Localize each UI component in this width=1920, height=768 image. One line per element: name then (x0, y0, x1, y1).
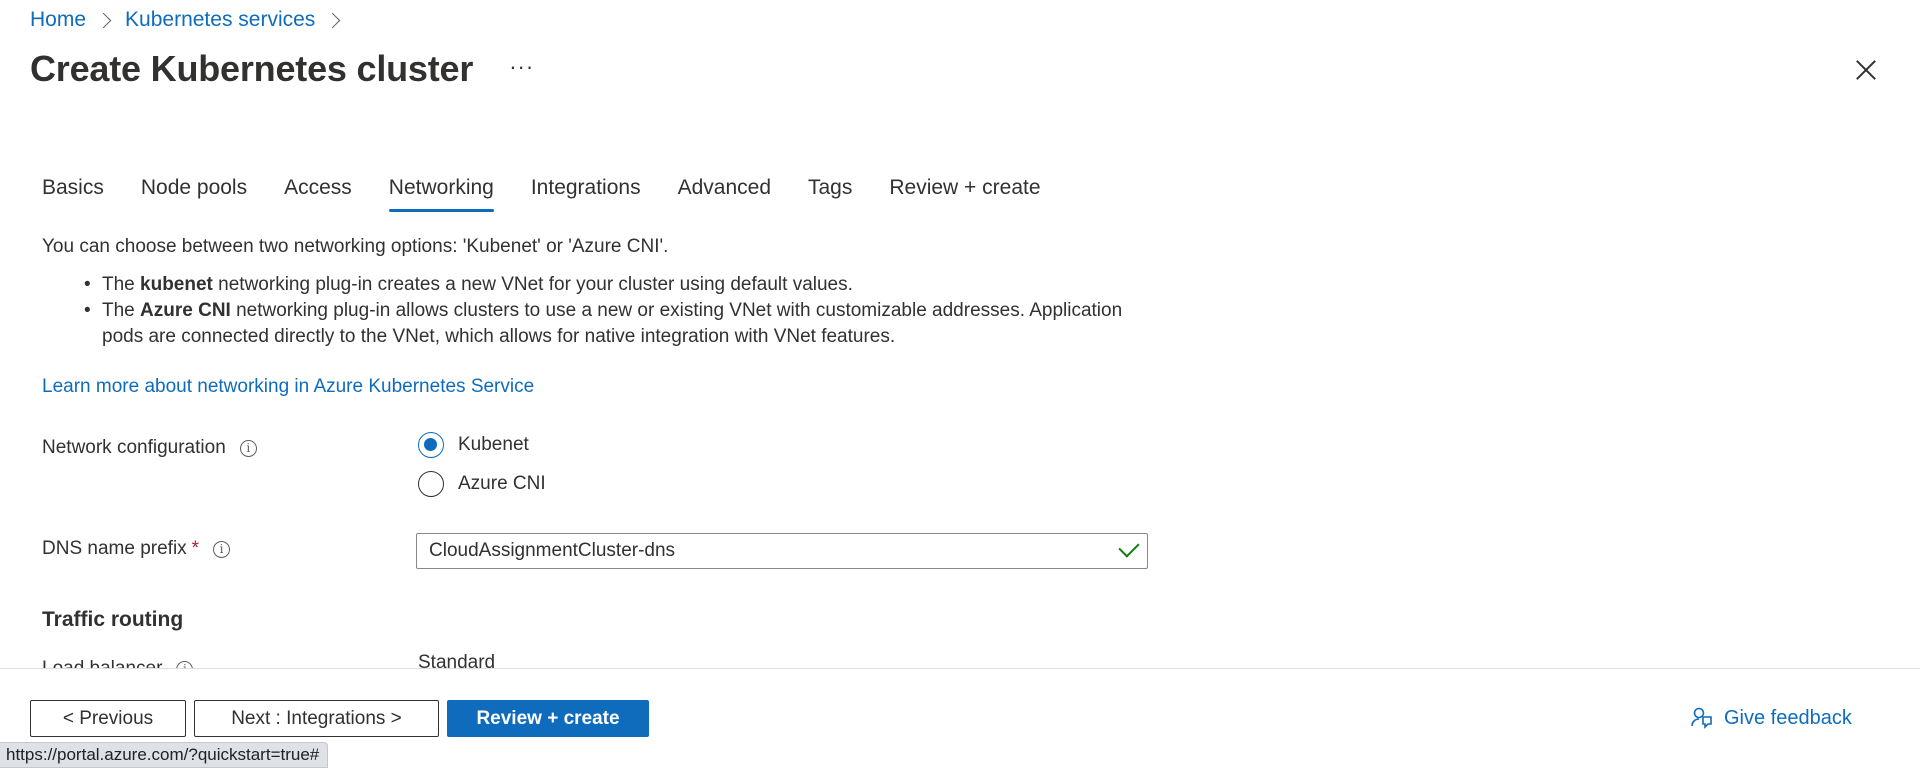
review-create-button[interactable]: Review + create (447, 700, 649, 737)
networking-description: You can choose between two networking op… (42, 234, 1142, 350)
azure-cni-bullet: The Azure CNI networking plug-in allows … (84, 298, 1142, 350)
traffic-routing-heading: Traffic routing (42, 608, 184, 631)
required-asterisk: * (191, 538, 200, 559)
radio-azure-cni-label: Azure CNI (458, 473, 546, 494)
radio-kubenet[interactable]: Kubenet (418, 432, 529, 458)
title-row: Create Kubernetes cluster ··· (30, 48, 534, 90)
give-feedback-link[interactable]: Give feedback (1690, 706, 1852, 730)
previous-button[interactable]: < Previous (30, 700, 186, 737)
next-integrations-button[interactable]: Next : Integrations > (194, 700, 439, 737)
dns-name-prefix-input[interactable] (416, 533, 1148, 569)
chevron-right-icon (95, 12, 112, 28)
load-balancer-label: Load balancer (42, 658, 194, 668)
status-bar-url: https://portal.azure.com/?quickstart=tru… (0, 742, 329, 768)
load-balancer-value: Standard (418, 652, 496, 668)
kubenet-bullet: The kubenet networking plug-in creates a… (84, 272, 1142, 298)
breadcrumb: Home Kubernetes services (30, 8, 354, 32)
load-balancer-row: Load balancer Standard (0, 650, 1920, 668)
tab-tags[interactable]: Tags (808, 176, 852, 212)
info-icon[interactable] (213, 540, 231, 558)
tab-networking[interactable]: Networking (388, 176, 494, 212)
chevron-right-icon (325, 12, 341, 28)
networking-intro-text: You can choose between two networking op… (42, 236, 669, 257)
network-configuration-label: Network configuration (42, 437, 257, 459)
radio-button[interactable] (418, 471, 444, 497)
info-icon[interactable] (239, 439, 257, 457)
azure-cni-bold-term: Azure CNI (140, 300, 231, 321)
radio-azure-cni[interactable]: Azure CNI (418, 471, 546, 497)
tab-advanced[interactable]: Advanced (678, 176, 771, 212)
tab-basics[interactable]: Basics (42, 176, 104, 212)
tab-review-create[interactable]: Review + create (889, 176, 1040, 212)
radio-kubenet-label: Kubenet (458, 434, 529, 455)
tab-integrations[interactable]: Integrations (531, 176, 641, 212)
kubenet-bold-term: kubenet (140, 274, 213, 295)
feedback-icon (1691, 707, 1712, 729)
info-icon[interactable] (176, 660, 194, 668)
more-options-icon[interactable]: ··· (509, 56, 534, 78)
tab-bar: Basics Node pools Access Networking Inte… (42, 176, 1078, 212)
learn-more-networking-link[interactable]: Learn more about networking in Azure Kub… (42, 376, 534, 398)
networking-options-list: The kubenet networking plug-in creates a… (84, 272, 1142, 350)
tab-node-pools[interactable]: Node pools (141, 176, 247, 212)
page-title: Create Kubernetes cluster (30, 48, 474, 89)
tab-access[interactable]: Access (284, 176, 352, 212)
dns-name-prefix-label: DNS name prefix * (42, 538, 231, 560)
close-icon[interactable] (1852, 56, 1880, 84)
breadcrumb-home-link[interactable]: Home (30, 8, 86, 32)
radio-button-selected[interactable] (418, 432, 444, 458)
breadcrumb-kubernetes-services-link[interactable]: Kubernetes services (125, 8, 315, 32)
